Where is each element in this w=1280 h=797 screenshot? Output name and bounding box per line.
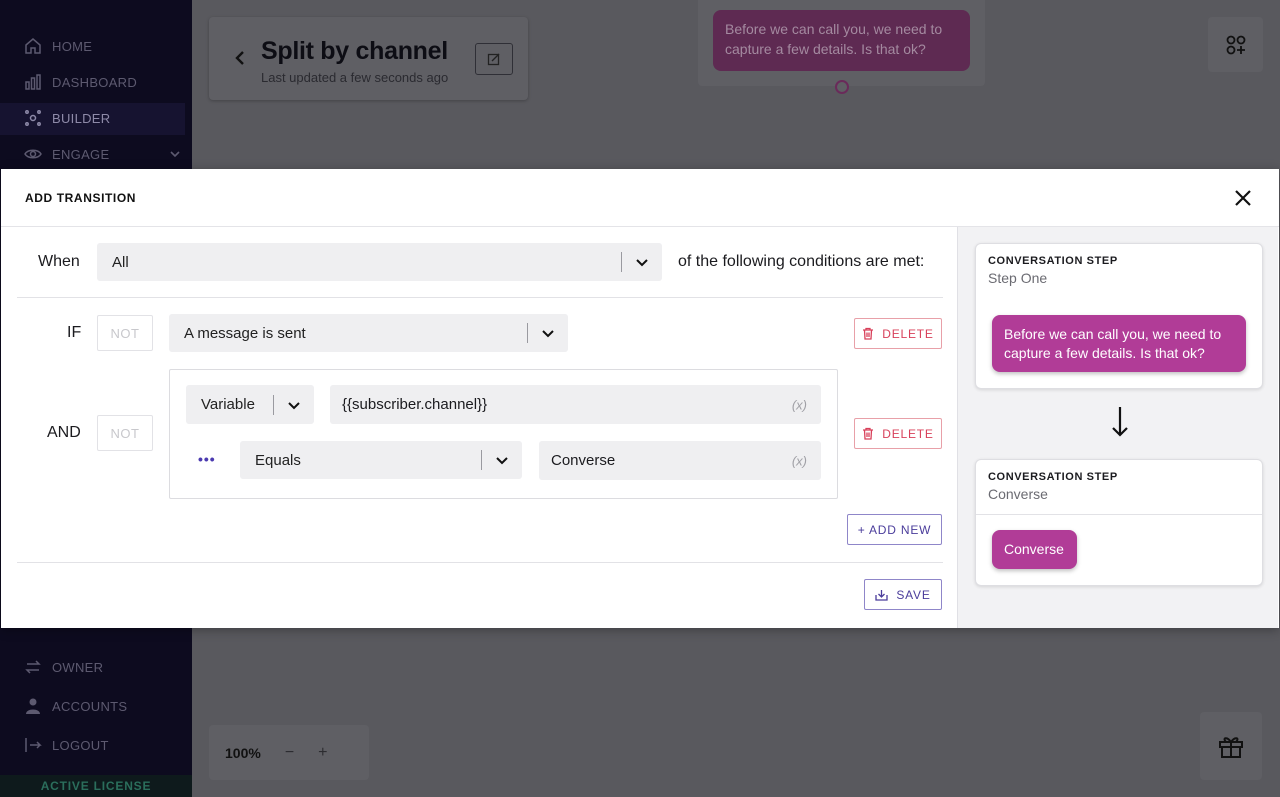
chevron-down-icon <box>274 398 314 412</box>
trash-icon <box>863 427 874 440</box>
gift-button[interactable] <box>1200 712 1262 780</box>
more-options-icon[interactable]: ••• <box>198 451 216 467</box>
operator-select[interactable]: Equals <box>240 441 522 479</box>
flow-title-card: Split by channel Last updated a few seco… <box>209 17 528 100</box>
sidebar-item-label: HOME <box>52 38 93 54</box>
trigger-value: A message is sent <box>184 324 306 342</box>
trash-icon <box>863 327 874 340</box>
zoom-out-button[interactable]: − <box>285 744 294 762</box>
user-icon <box>26 698 40 714</box>
chevron-down-icon <box>170 151 181 158</box>
chevron-down-icon <box>528 326 568 340</box>
not-toggle-if[interactable]: NOT <box>97 315 153 351</box>
not-toggle-and[interactable]: NOT <box>97 415 153 451</box>
add-widget-icon <box>1226 35 1245 54</box>
sidebar-item-builder[interactable]: BUILDER <box>24 109 110 127</box>
condition-type-select[interactable]: Variable <box>186 385 314 424</box>
add-new-condition-button[interactable]: + ADD NEW <box>847 514 942 545</box>
builder-icon <box>25 110 41 126</box>
compare-value: Converse <box>551 452 616 469</box>
sidebar-item-owner[interactable]: OWNER <box>24 658 103 676</box>
canvas-step-message: Before we can call you, we need to captu… <box>713 10 970 71</box>
close-button[interactable] <box>1232 187 1254 209</box>
divider <box>17 562 943 563</box>
variable-picker-icon[interactable]: (x) <box>792 453 807 468</box>
sidebar-item-accounts[interactable]: ACCOUNTS <box>24 697 127 715</box>
operator-value: Equals <box>255 451 301 469</box>
delete-label: DELETE <box>882 326 934 341</box>
step-card-header: CONVERSATION STEP <box>988 471 1118 483</box>
trigger-select[interactable]: A message is sent <box>169 314 568 352</box>
step-card-header: CONVERSATION STEP <box>988 255 1118 267</box>
divider <box>17 297 943 298</box>
and-label: AND <box>47 424 81 441</box>
match-mode-select[interactable]: All <box>97 243 662 281</box>
if-label: IF <box>67 324 82 341</box>
sidebar-item-home[interactable]: HOME <box>24 37 92 55</box>
delete-label: DELETE <box>882 426 934 441</box>
step-connector-dot[interactable] <box>835 80 849 94</box>
sidebar-item-engage[interactable]: ENGAGE <box>24 145 181 163</box>
from-step-message: Before we can call you, we need to captu… <box>992 315 1246 372</box>
sidebar-item-label: DASHBOARD <box>52 74 138 90</box>
sidebar-item-dashboard[interactable]: DASHBOARD <box>24 73 137 91</box>
edit-title-button[interactable] <box>475 43 513 75</box>
variable-picker-icon[interactable]: (x) <box>792 397 807 412</box>
arrow-down-icon <box>1112 407 1128 437</box>
chevron-down-icon <box>482 453 522 467</box>
divider <box>976 514 1262 515</box>
gift-icon <box>1219 737 1243 758</box>
sidebar-item-label: BUILDER <box>52 110 111 126</box>
chevron-down-icon <box>622 255 662 269</box>
back-icon[interactable] <box>233 49 247 67</box>
variable-input[interactable]: {{subscriber.channel}} (x) <box>330 385 821 424</box>
sidebar-item-label: ENGAGE <box>52 146 110 162</box>
canvas-step-node[interactable]: Before we can call you, we need to captu… <box>698 0 985 94</box>
transfer-icon <box>25 660 41 674</box>
sidebar-item-label: LOGOUT <box>52 737 109 753</box>
zoom-level: 100% <box>225 744 261 761</box>
condition-type-value: Variable <box>201 396 255 413</box>
flow-title: Split by channel <box>261 37 448 65</box>
modal-title: ADD TRANSITION <box>25 191 137 205</box>
delete-condition-button[interactable]: DELETE <box>854 418 942 449</box>
to-step-message: Converse <box>992 530 1077 569</box>
when-label: When <box>38 253 80 270</box>
eye-icon <box>24 149 42 159</box>
edit-icon <box>487 53 500 66</box>
save-icon <box>875 589 888 601</box>
license-status: ACTIVE LICENSE <box>0 775 192 797</box>
flow-last-updated: Last updated a few seconds ago <box>261 70 449 85</box>
zoom-in-button[interactable]: + <box>318 744 327 762</box>
step-card-name: Step One <box>988 270 1048 286</box>
save-label: SAVE <box>896 587 931 602</box>
home-icon <box>25 38 41 54</box>
bar-chart-icon <box>25 74 41 90</box>
variable-value: {{subscriber.channel}} <box>342 396 488 413</box>
step-card-name: Converse <box>988 486 1048 502</box>
logout-icon <box>25 738 42 752</box>
sidebar-item-logout[interactable]: LOGOUT <box>24 736 109 754</box>
save-button[interactable]: SAVE <box>864 579 942 610</box>
add-step-button[interactable] <box>1208 17 1263 72</box>
match-mode-value: All <box>112 253 129 271</box>
sidebar-item-label: ACCOUNTS <box>52 698 128 714</box>
add-new-label: + ADD NEW <box>857 522 932 537</box>
sidebar-item-label: OWNER <box>52 659 104 675</box>
close-icon <box>1235 190 1251 206</box>
zoom-controls: 100% − + <box>209 725 369 780</box>
match-suffix-label: of the following conditions are met: <box>678 253 925 270</box>
delete-condition-button[interactable]: DELETE <box>854 318 942 349</box>
modal-header: ADD TRANSITION <box>1 169 1279 227</box>
compare-value-input[interactable]: Converse (x) <box>539 441 821 480</box>
